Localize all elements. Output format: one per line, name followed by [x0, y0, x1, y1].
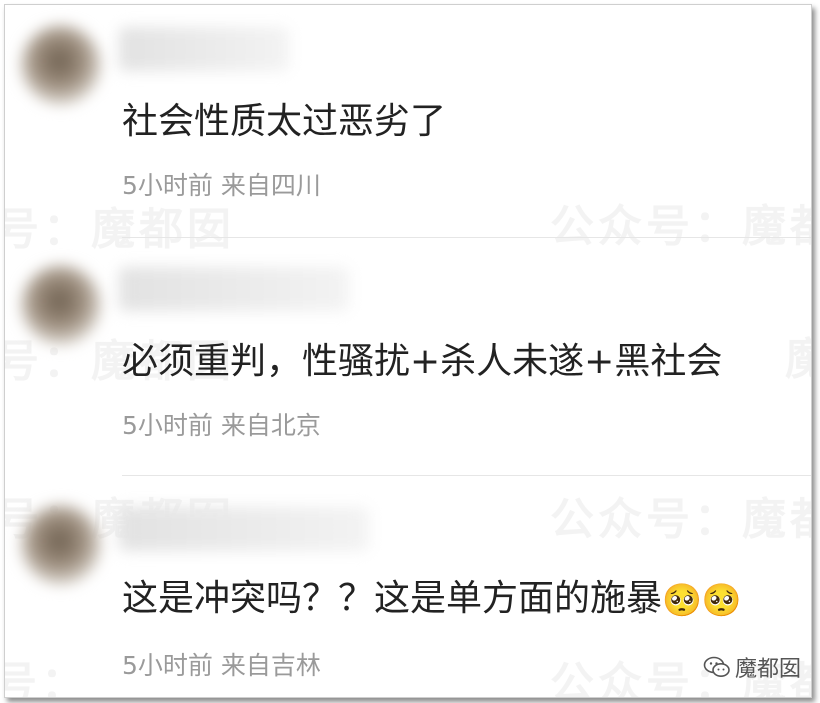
username-blurred[interactable] [119, 27, 289, 71]
watermark-text: 魔 [785, 323, 811, 387]
watermark-text: 公众号：魔都囡 [550, 483, 811, 547]
comment-text: 这是冲突吗？？这是单方面的施暴🥺🥺 [122, 577, 742, 622]
watermark-text: 众号： [5, 647, 89, 697]
comment-text: 必须重判，性骚扰+杀人未遂+黑社会 [122, 341, 723, 382]
avatar[interactable] [21, 505, 101, 585]
comment-text-content: 这是冲突吗？？这是单方面的施暴 [122, 578, 663, 619]
username-blurred[interactable] [119, 507, 369, 551]
wechat-icon [703, 656, 730, 677]
avatar[interactable] [21, 25, 101, 105]
pleading-face-emoji: 🥺 [662, 581, 702, 619]
brand-mark: 魔都囡 [703, 651, 801, 683]
avatar[interactable] [21, 265, 101, 345]
watermark-text: 公众号：魔都囡 [550, 190, 811, 254]
comment-panel: 号：魔都囡 公众号：魔都囡 号：魔都囡 魔 号：魔都囡 公众号：魔都囡 众号： … [4, 4, 812, 698]
comment-meta: 5小时前 来自吉林 [122, 651, 321, 680]
comment-meta: 5小时前 来自四川 [122, 171, 321, 200]
divider [122, 237, 811, 238]
username-blurred[interactable] [119, 267, 349, 311]
comment-text: 社会性质太过恶劣了 [122, 101, 447, 142]
pleading-face-emoji: 🥺 [701, 581, 742, 619]
comment-meta: 5小时前 来自北京 [122, 411, 321, 440]
brand-label: 魔都囡 [734, 657, 801, 682]
watermark-text: 号：魔都囡 [5, 193, 235, 257]
divider [122, 475, 811, 476]
